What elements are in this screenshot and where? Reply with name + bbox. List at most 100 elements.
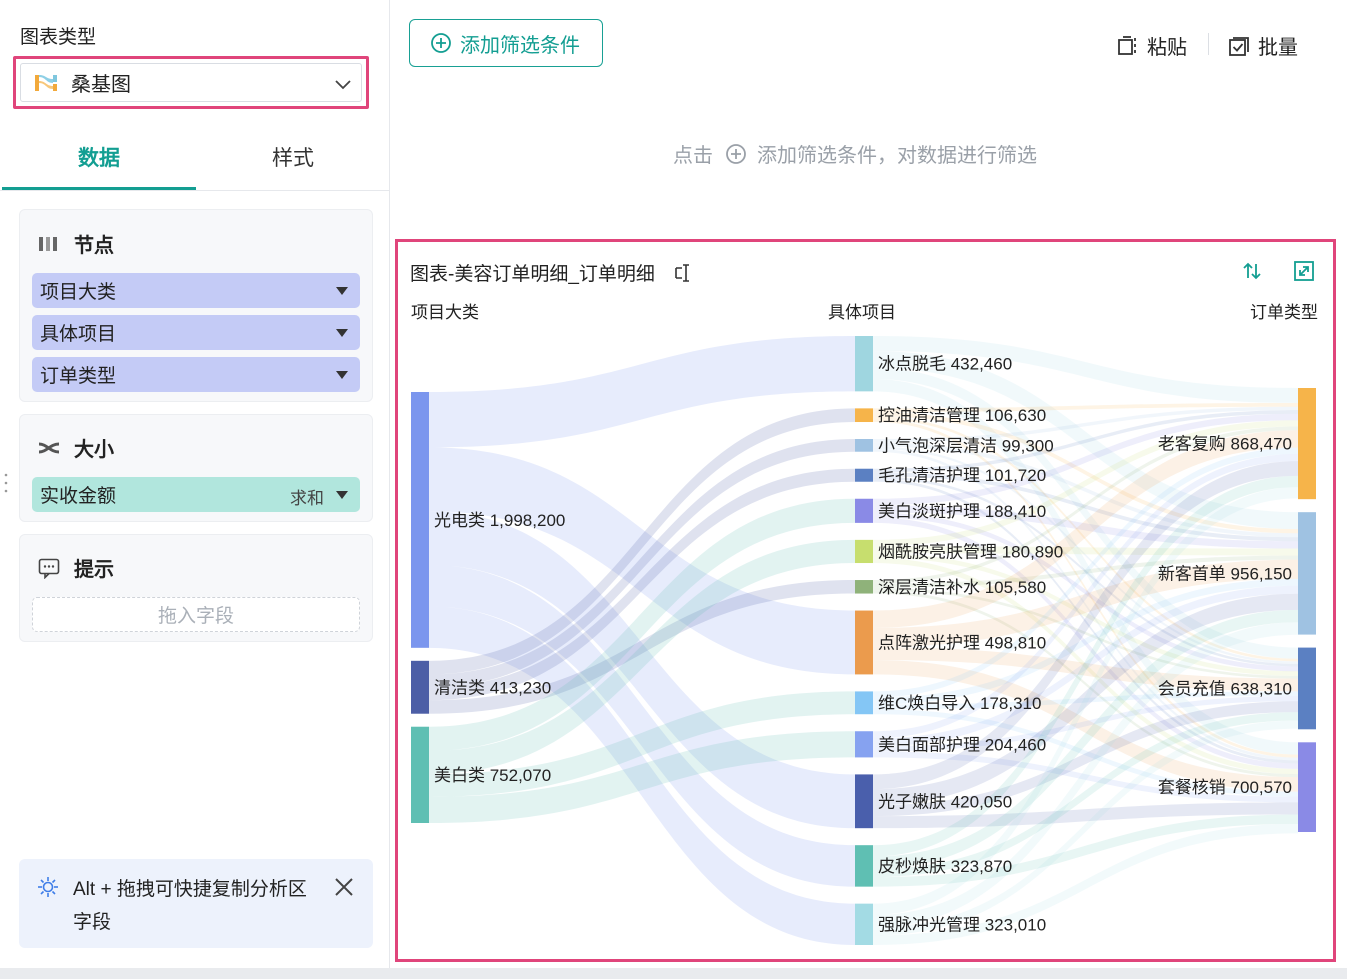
tooltip-drop-zone[interactable]: 拖入字段	[32, 597, 360, 632]
filter-hint: 点击 添加筛选条件，对数据进行筛选	[673, 139, 1037, 168]
paste-button[interactable]: 粘贴	[1117, 31, 1187, 60]
sankey-level-label: 项目大类	[411, 303, 479, 322]
sankey-node-label: 小气泡深层清洁 99,300	[878, 436, 1054, 455]
chevron-down-icon	[335, 80, 351, 90]
sankey-node-label: 强脉冲光管理 323,010	[878, 915, 1046, 934]
sankey-node[interactable]	[855, 468, 873, 482]
tooltip-card: 提示 拖入字段	[19, 534, 373, 642]
sankey-node[interactable]	[411, 392, 429, 648]
sankey-node-label: 新客首单 956,150	[1158, 564, 1292, 583]
chart-title: 图表-美容订单明细_订单明细	[410, 264, 655, 285]
caret-down-icon[interactable]	[336, 287, 348, 295]
add-filter-label: 添加筛选条件	[460, 34, 580, 57]
sankey-node-label: 老客复购 868,470	[1158, 435, 1292, 454]
sankey-node[interactable]	[855, 336, 873, 392]
sankey-node-label: 深层清洁补水 105,580	[878, 578, 1046, 597]
message-icon	[38, 558, 60, 579]
sankey-node[interactable]	[1298, 512, 1316, 635]
sankey-node[interactable]	[855, 731, 873, 758]
sankey-node-label: 点阵激光护理 498,810	[878, 633, 1046, 652]
sankey-level-label: 具体项目	[828, 303, 896, 322]
sankey-node[interactable]	[855, 539, 873, 564]
paste-label: 粘贴	[1147, 37, 1187, 59]
sankey-node[interactable]	[411, 726, 429, 823]
sankey-node-label: 光子嫩肤 420,050	[878, 792, 1012, 811]
size-field-label: 实收金额	[40, 486, 117, 507]
node-field-1[interactable]: 项目大类	[32, 273, 360, 308]
tab-style[interactable]: 样式	[272, 142, 314, 172]
hint-prefix: 点击	[673, 145, 713, 167]
sankey-node[interactable]	[1298, 647, 1316, 730]
aggregation-label[interactable]: 求和	[290, 484, 324, 509]
expand-icon[interactable]	[1293, 260, 1315, 282]
sankey-node[interactable]	[855, 408, 873, 423]
node-card-header: 节点	[38, 229, 114, 258]
sankey-node-label: 美白淡斑护理 188,410	[878, 502, 1046, 521]
shortcut-tip-banner: Alt + 拖拽可快捷复制分析区字段	[19, 859, 373, 948]
caret-down-icon[interactable]	[336, 329, 348, 337]
sankey-node[interactable]	[855, 845, 873, 887]
sankey-node[interactable]	[1298, 742, 1316, 832]
sankey-node[interactable]	[411, 660, 429, 714]
tab-data[interactable]: 数据	[78, 142, 120, 172]
caret-down-icon[interactable]	[336, 371, 348, 379]
node-icon	[39, 236, 57, 251]
sankey-node[interactable]	[855, 580, 873, 594]
sankey-node[interactable]	[855, 610, 873, 675]
sankey-node[interactable]	[855, 774, 873, 829]
size-card-header: 大小	[38, 433, 114, 462]
paste-icon	[1118, 35, 1136, 55]
caret-down-icon[interactable]	[336, 491, 348, 499]
node-field-3[interactable]: 订单类型	[32, 357, 360, 392]
plus-circle-icon	[431, 33, 451, 53]
chart-title-row: 图表-美容订单明细_订单明细	[410, 259, 693, 286]
hint-suffix: 添加筛选条件，对数据进行筛选	[757, 145, 1037, 167]
panel-tabs: 数据 样式	[0, 130, 390, 191]
sankey-chart: 光电类 1,998,200 清洁类 413,230 美白类 752,070 冰点脱毛 …	[411, 303, 1318, 945]
active-tab-indicator	[2, 187, 196, 190]
add-filter-button[interactable]: 添加筛选条件	[409, 19, 603, 67]
plus-circle-icon	[726, 143, 746, 164]
bottom-scrollbar[interactable]	[0, 968, 1347, 979]
sankey-node[interactable]	[1298, 388, 1316, 500]
node-field-2[interactable]: 具体项目	[32, 315, 360, 350]
sankey-node-label: 皮秒焕肤 323,870	[878, 857, 1012, 876]
sankey-node-label: 维C焕白导入 178,310	[878, 694, 1041, 713]
node-card-title: 节点	[74, 235, 114, 257]
swap-icon[interactable]	[1241, 260, 1263, 282]
chart-type-select[interactable]: 桑基图	[13, 56, 369, 109]
sankey-node-label: 光电类 1,998,200	[434, 511, 565, 530]
node-field-label: 具体项目	[40, 324, 117, 345]
sankey-node-label: 会员充值 638,310	[1158, 679, 1292, 698]
sankey-node-label: 冰点脱毛 432,460	[878, 355, 1012, 374]
sankey-node[interactable]	[855, 498, 873, 523]
batch-button[interactable]: 批量	[1228, 31, 1298, 60]
sankey-node[interactable]	[855, 691, 873, 715]
shortcut-tip-text: Alt + 拖拽可快捷复制分析区字段	[73, 879, 307, 933]
size-field[interactable]: 实收金额 求和	[32, 477, 360, 512]
size-card-title: 大小	[74, 439, 114, 461]
node-field-label: 订单类型	[40, 366, 117, 387]
sankey-node[interactable]	[855, 439, 873, 452]
sankey-node-label: 烟酰胺亮肤管理 180,890	[878, 542, 1063, 561]
sankey-node-label: 美白面部护理 204,460	[878, 735, 1046, 754]
chart-tools	[1211, 260, 1315, 282]
resize-handle-icon[interactable]	[4, 472, 8, 494]
rename-icon[interactable]	[673, 263, 693, 283]
node-card: 节点 项目大类 具体项目 订单类型	[19, 209, 373, 402]
analysis-panel: 图表类型 桑基图 数据 样式 节点 项目大类 具体项目 订单类型 大小 实收金额…	[0, 0, 390, 968]
chart-card: 光电类 1,998,200 清洁类 413,230 美白类 752,070 冰点脱毛 …	[395, 239, 1336, 962]
close-icon[interactable]	[333, 876, 355, 898]
sankey-node-label: 毛孔清洁护理 101,720	[878, 466, 1046, 485]
toolbar-divider	[1208, 33, 1209, 55]
size-card: 大小 实收金额 求和	[19, 414, 373, 522]
node-field-label: 项目大类	[40, 282, 117, 303]
sankey-level-label: 订单类型	[1250, 303, 1318, 322]
sparkle-icon	[38, 877, 58, 897]
flow-icon	[38, 442, 60, 453]
batch-label: 批量	[1258, 37, 1298, 59]
batch-check-icon	[1229, 36, 1249, 56]
sankey-node-label: 清洁类 413,230	[434, 678, 551, 697]
sankey-node[interactable]	[855, 903, 873, 945]
chart-type-label: 图表类型	[20, 27, 97, 48]
